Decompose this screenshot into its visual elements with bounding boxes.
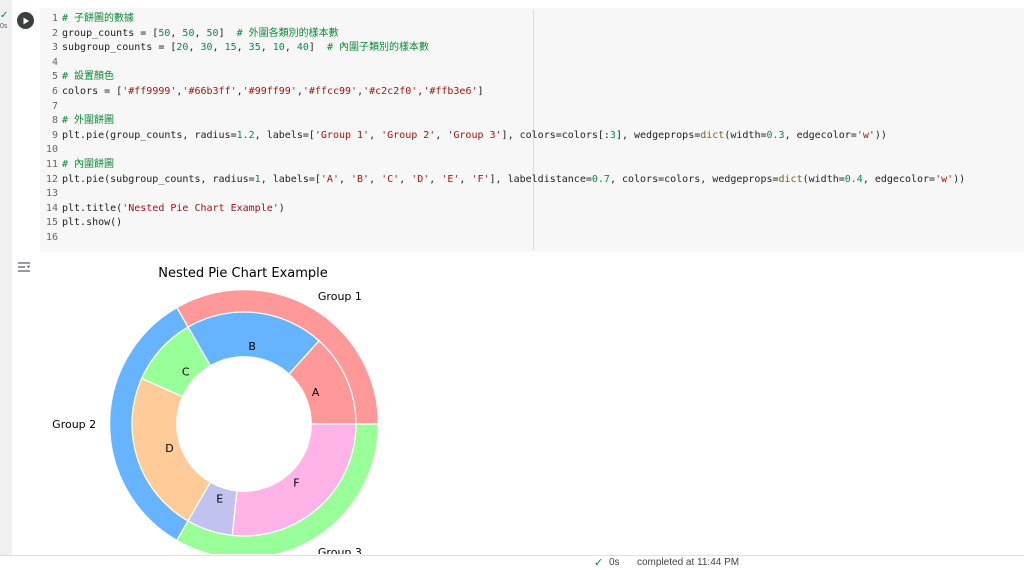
- code-line: 11 # 內圍餅圖: [45, 158, 115, 170]
- code-line: 6 colors = ['#ff9999','#66b3ff','#99ff99'…: [51, 85, 484, 97]
- cell-gutter: [0, 0, 12, 569]
- run-cell-button[interactable]: [17, 12, 34, 29]
- execution-check-icon: ✓: [0, 10, 9, 21]
- status-duration: 0s: [609, 557, 620, 568]
- code-line: 16: [45, 231, 58, 243]
- pie-label-f: F: [293, 476, 299, 489]
- status-text: completed at 11:44 PM: [637, 557, 740, 568]
- code-line: 15 plt.show(): [45, 217, 123, 229]
- code-line: 12 plt.pie(subgroup_counts, radius=1, lab…: [45, 173, 966, 185]
- pie-label-a: A: [312, 386, 320, 399]
- execution-time: 0s: [0, 23, 8, 30]
- pie-label-group-1: Group 1: [318, 290, 362, 303]
- code-line: 8 # 外圍餅圖: [51, 115, 115, 127]
- code-line: 9 plt.pie(group_counts, radius=1.2, label…: [51, 129, 887, 141]
- pie-label-d: D: [165, 442, 173, 455]
- pie-label-group-2: Group 2: [52, 418, 96, 431]
- code-line: 1 # 子餅圖的數據: [51, 13, 135, 24]
- code-line: 5 # 設置顏色: [51, 71, 115, 83]
- code-line: 13: [45, 188, 58, 200]
- status-bar: ✓ 0s completed at 11:44 PM: [0, 555, 1024, 570]
- code-line: 7: [51, 100, 58, 112]
- pie-label-group-3: Group 3: [318, 546, 362, 554]
- code-line: 14 plt.title('Nested Pie Chart Example'): [45, 202, 285, 214]
- code-line: 2 group_counts = [50, 50, 50] # 外圍各類別的樣本數: [51, 27, 339, 39]
- code-text[interactable]: 1 # 子餅圖的數據 2 group_counts = [50, 50, 50] #…: [40, 12, 965, 246]
- play-icon: [23, 17, 29, 24]
- output-menu-icon[interactable]: [17, 260, 31, 272]
- code-line: 3 subgroup_counts = [20, 30, 15, 35, 10, …: [51, 42, 430, 54]
- code-line: 4: [51, 56, 58, 68]
- pie-label-c: C: [182, 366, 190, 379]
- pie-label-b: B: [248, 340, 256, 353]
- code-line: 10: [45, 144, 58, 156]
- status-check-icon: ✓: [594, 557, 604, 569]
- chart-title: Nested Pie Chart Example: [158, 266, 328, 281]
- pie-label-e: E: [216, 493, 223, 506]
- nested-pie-chart: Nested Pie Chart Example Group 1 Group 2 G…: [52, 266, 380, 554]
